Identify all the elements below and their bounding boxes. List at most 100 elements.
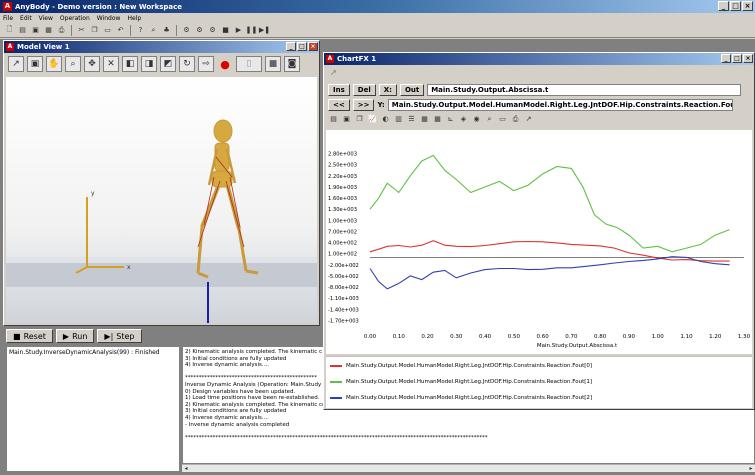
legend-swatch [330,397,342,399]
find-icon[interactable]: ⌕ [148,25,159,36]
view-front-icon[interactable]: ◧ [122,56,138,72]
model-view-title-bar[interactable]: A Model View 1 _ □ × [4,41,319,53]
zoom-icon[interactable]: ⌕ [484,114,495,125]
gallery-icon[interactable]: 📈 [367,114,378,125]
y-tick-label: 4.00e+002 [328,241,357,247]
y-tick-label: 2.50e+003 [328,163,357,169]
forward-icon[interactable]: ⇨ [198,56,214,72]
task-list-panel[interactable]: Main.Study.InverseDynamicAnalysis(99) : … [6,346,180,472]
del-button[interactable]: Del [352,83,376,96]
print-icon[interactable]: ⎙ [56,25,67,36]
out-button[interactable]: Out [399,83,425,96]
camera-icon[interactable]: ◙ [284,56,300,72]
color-icon[interactable]: ◐ [380,114,391,125]
menu-help[interactable]: Help [127,15,141,22]
3d-icon[interactable]: ◈ [458,114,469,125]
scroll-right-icon[interactable]: ▸ [747,465,755,473]
ins-button[interactable]: Ins [328,83,350,96]
menu-view[interactable]: View [39,15,53,22]
x-axis-button[interactable]: X: [378,83,397,96]
legend-icon[interactable]: ▦ [419,114,430,125]
stop-record-icon[interactable]: ▯ [236,56,262,72]
cut-icon[interactable]: ✂ [76,25,87,36]
play-icon[interactable]: ▶ [233,25,244,36]
tools-icon[interactable]: ↗ [523,114,534,125]
legend-swatch [330,381,342,383]
minimize-button[interactable]: _ [286,42,296,51]
abscissa-field[interactable]: Main.Study.Output.Abscissa.t [427,83,742,96]
run-button[interactable]: ▶ Run [55,329,95,343]
stop-icon[interactable]: ■ [220,25,231,36]
chartfx-title-bar[interactable]: A ChartFX 1 _ □ × [324,53,754,65]
minimize-button[interactable]: _ [721,54,731,63]
save-icon[interactable]: ▣ [341,114,352,125]
pointer-tool-icon[interactable]: ↗ [330,68,337,77]
reset-icon[interactable]: ⚙ [207,25,218,36]
chartfx-window: A ChartFX 1 _ □ × ↗ Ins Del X: Out Main.… [323,52,755,410]
zoom-fit-icon[interactable]: ✕ [103,56,119,72]
menu-edit[interactable]: Edit [20,15,32,22]
close-button[interactable]: × [743,54,753,63]
y-tick-label: 2.80e+003 [328,152,357,158]
undo-icon[interactable]: ↶ [115,25,126,36]
record-icon[interactable]: ● [217,56,233,72]
maximize-button[interactable]: □ [730,1,741,11]
x-tick-label: 1.20 [709,334,722,340]
reset-button[interactable]: ■ Reset [6,329,53,343]
scroll-left-icon[interactable]: ◂ [182,465,190,473]
minimize-button[interactable]: _ [718,1,729,11]
view-top-icon[interactable]: ◩ [160,56,176,72]
select-icon[interactable]: ↗ [8,56,24,72]
x-label: X: [383,85,392,94]
data-editor-icon[interactable]: ▦ [432,114,443,125]
run-icon[interactable]: ⚙ [181,25,192,36]
menu-file[interactable]: File [3,15,13,22]
step-button[interactable]: ▶| Step [97,329,142,343]
view-side-icon[interactable]: ◨ [141,56,157,72]
save-all-icon[interactable]: ▦ [43,25,54,36]
close-button[interactable]: × [308,42,318,51]
pause-icon[interactable]: ❚❚ [246,25,258,36]
step-forward-icon[interactable]: ▶❚ [259,25,270,36]
save-icon[interactable]: ▣ [30,25,41,36]
print-preview-icon[interactable]: ▭ [497,114,508,125]
stop-icon[interactable]: ■ [265,56,281,72]
snapshot-tool-icon[interactable]: ▣ [27,56,43,72]
maximize-button[interactable]: □ [297,42,307,51]
task-item[interactable]: Main.Study.InverseDynamicAnalysis(99) : … [9,349,177,356]
nav-next-button[interactable]: >> [352,98,375,111]
maximize-button[interactable]: □ [732,54,742,63]
horizontal-grid-icon[interactable]: ☰ [406,114,417,125]
nav-prev-button[interactable]: << [328,98,350,111]
rotate-icon[interactable]: ◉ [471,114,482,125]
abscissa-row: Ins Del X: Out Main.Study.Output.Absciss… [328,83,742,96]
app-title-bar[interactable]: A AnyBody - Demo version : New Workspace… [0,0,755,13]
close-button[interactable]: × [742,1,753,11]
chart-area[interactable]: 2.80e+003 2.50e+003 2.20e+003 1.90e+003 1.60… [326,130,752,354]
open-icon[interactable]: ▤ [17,25,28,36]
zoom-icon[interactable]: ⌕ [65,56,81,72]
print-icon[interactable]: ⎙ [510,114,521,125]
copy-icon[interactable]: ❐ [354,114,365,125]
main-toolbar: 🗋 ▤ ▣ ▦ ⎙ ✂ ❐ ▭ ↶ ? ⌕ ♣ ⚙ ⚙ ⚙ ■ ▶ ❚❚ ▶❚ [0,23,755,38]
menu-operation[interactable]: Operation [60,15,90,22]
pan-icon[interactable]: ✋ [46,56,62,72]
help-icon[interactable]: ? [135,25,146,36]
log-horizontal-scrollbar[interactable]: ◂ ▸ [182,464,755,472]
ordinate-field[interactable]: Main.Study.Output.Model.HumanModel.Right… [387,98,733,111]
menu-window[interactable]: Window [97,15,121,22]
axis-icon[interactable]: ⊾ [445,114,456,125]
model-viewport[interactable]: y x [6,77,317,323]
axis-label-x: x [127,264,131,271]
app-logo-icon: A [326,55,334,63]
open-icon[interactable]: ▤ [328,114,339,125]
paste-icon[interactable]: ▭ [102,25,113,36]
step-icon[interactable]: ⚙ [194,25,205,36]
copy-icon[interactable]: ❐ [89,25,100,36]
right-foot [245,269,259,275]
rotate-view-icon[interactable]: ↻ [179,56,195,72]
model-tree-icon[interactable]: ♣ [161,25,172,36]
new-icon[interactable]: 🗋 [4,25,15,36]
vertical-grid-icon[interactable]: ▥ [393,114,404,125]
rotate-icon[interactable]: ✥ [84,56,100,72]
